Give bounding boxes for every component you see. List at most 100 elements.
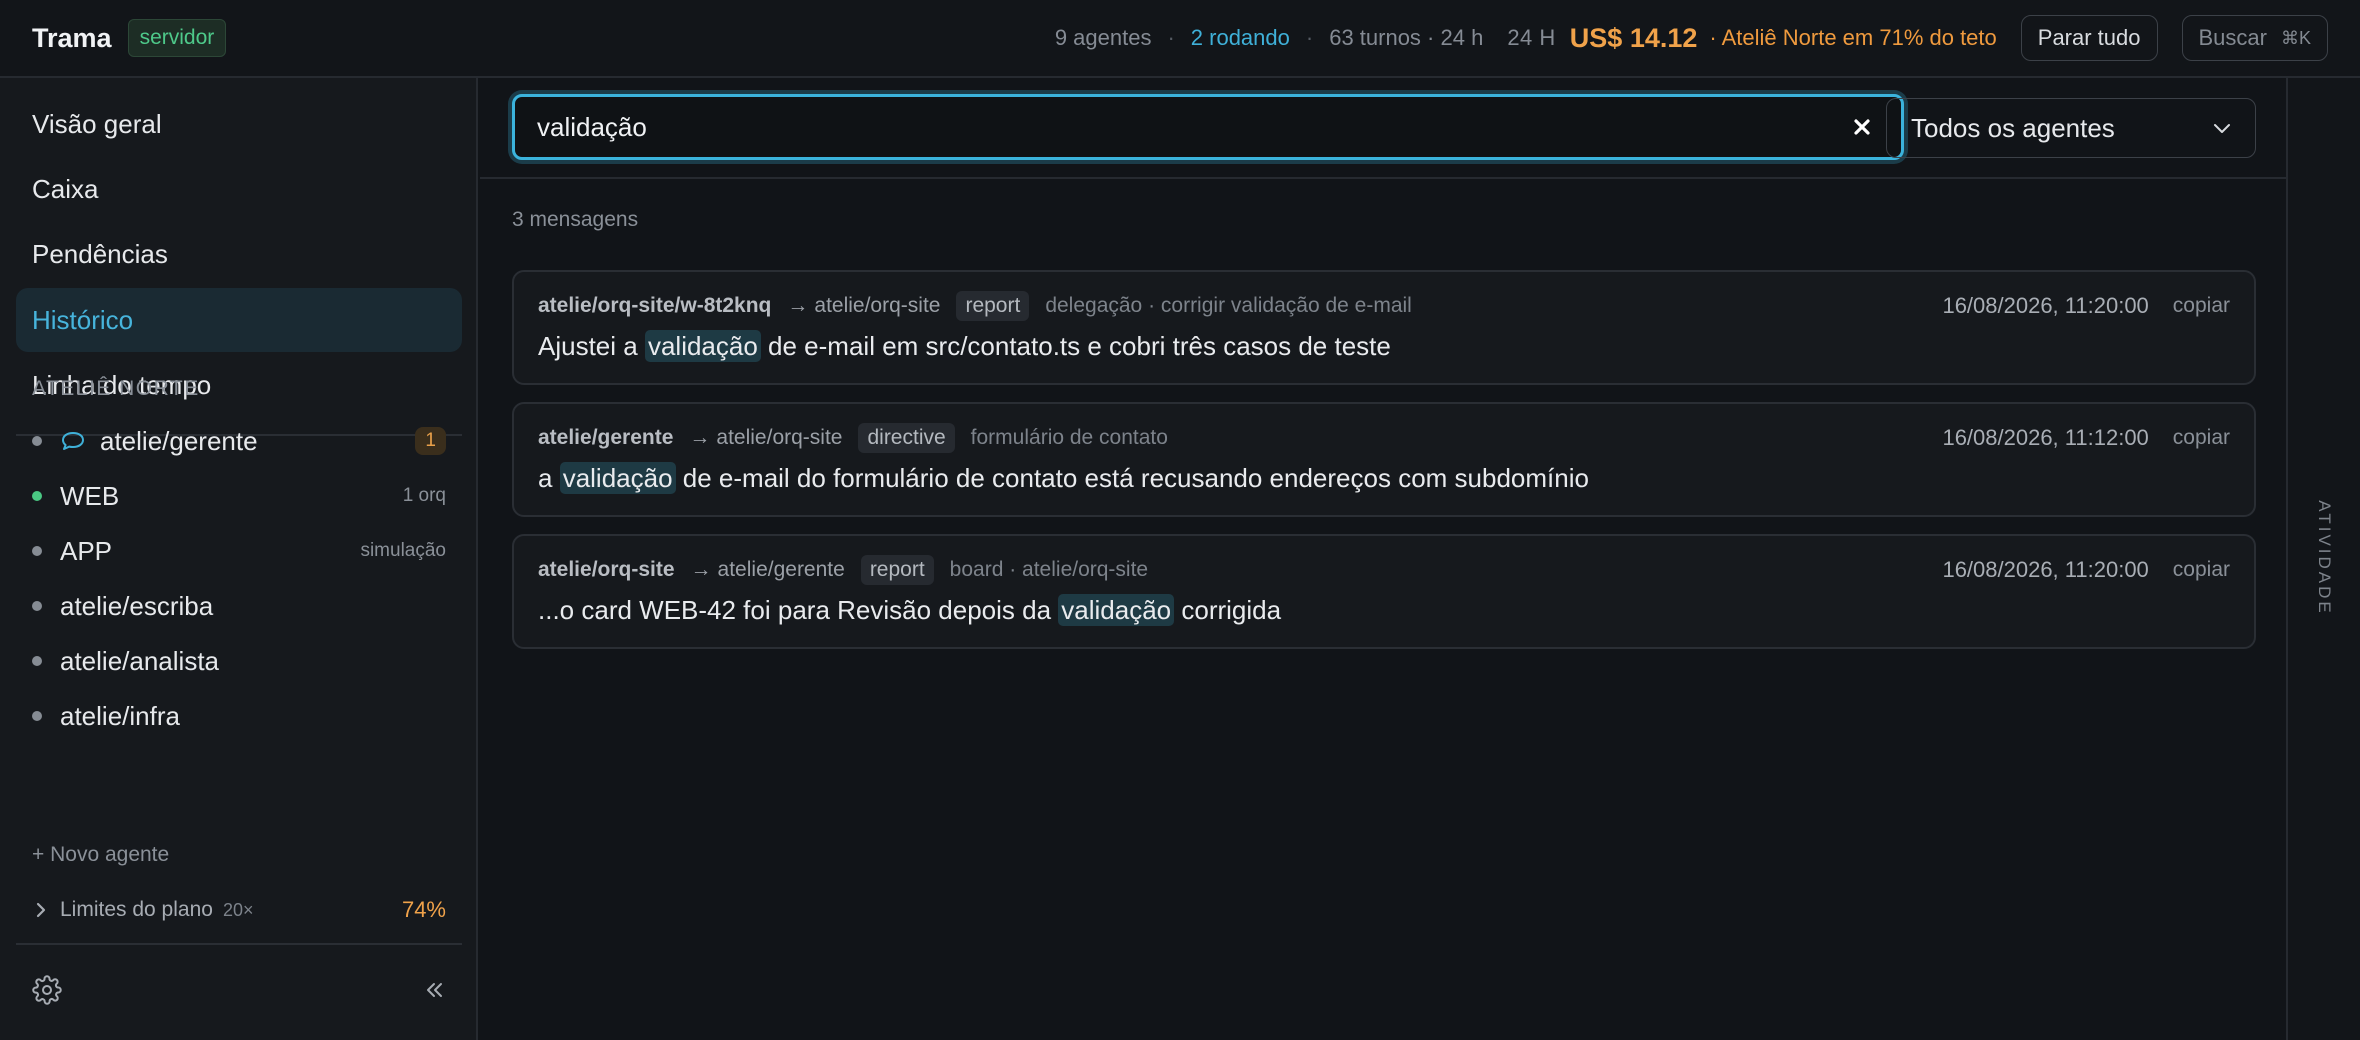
message-text: Ajustei a — [538, 331, 645, 361]
message-type-tag: directive — [858, 423, 955, 453]
message-text: a — [538, 463, 560, 493]
message-context: formulário de contato — [970, 426, 1168, 449]
message-body: Ajustei a validação de e-mail em src/con… — [538, 330, 2230, 362]
agent-name: APP — [60, 535, 113, 566]
agent-item[interactable]: atelie/infra — [32, 696, 446, 736]
agents-count: 9 agentes — [1054, 25, 1152, 50]
message-header: atelie/orq-site → atelie/gerente report … — [538, 555, 2230, 585]
status-dot — [32, 711, 42, 721]
plan-limits-toggle[interactable]: Limites do plano 20× 74% — [32, 893, 446, 927]
nav-item-overview[interactable]: Visão geral — [16, 92, 462, 156]
agent-meta: simulação — [360, 540, 446, 561]
copy-button[interactable]: copiar — [2173, 558, 2230, 582]
message-body: ...o card WEB-42 foi para Revisão depois… — [538, 594, 2230, 626]
activity-label: ATIVIDADE — [2315, 500, 2334, 616]
message-card: atelie/orq-site → atelie/gerente report … — [512, 534, 2256, 649]
env-badge: servidor — [127, 19, 227, 57]
copy-button[interactable]: copiar — [2173, 294, 2230, 318]
section-title: ATELIÊ NORTE — [32, 377, 200, 400]
gear-icon[interactable] — [32, 975, 62, 1010]
sidebar: Visão geral Caixa Pendências Histórico L… — [0, 78, 478, 1040]
message-type-tag: report — [860, 555, 934, 585]
arrow-right-icon: → — [690, 558, 712, 581]
search-match-highlight: validação — [559, 462, 676, 494]
stop-all-button[interactable]: Parar tudo — [2020, 15, 2158, 61]
cost-period: 24 H — [1507, 25, 1556, 50]
plan-limits-label: Limites do plano — [60, 898, 213, 921]
message-timestamp: 16/08/2026, 11:20:00 — [1942, 557, 2149, 582]
turns-count: 63 turnos · 24 h — [1329, 25, 1484, 50]
search-match-highlight: validação — [644, 330, 761, 362]
search-button[interactable]: Buscar ⌘K — [2181, 15, 2328, 61]
nav-item-pending[interactable]: Pendências — [16, 222, 462, 286]
message-timestamp: 16/08/2026, 11:20:00 — [1942, 293, 2149, 318]
activity-rail[interactable]: ATIVIDADE — [2286, 78, 2360, 1040]
history-panel: Todos os agentes 3 mensagens atelie/orq-… — [480, 78, 2286, 1040]
agent-item[interactable]: atelie/gerente 1 — [32, 421, 446, 461]
chat-bubble-icon — [60, 430, 86, 452]
agent-name: atelie/infra — [60, 700, 180, 731]
sidebar-divider — [16, 943, 462, 945]
search-field[interactable] — [512, 94, 1904, 160]
message-text: ...o card WEB-42 foi para Revisão depois… — [538, 595, 1059, 625]
plan-multiplier: 20× — [222, 899, 254, 920]
unread-badge: 1 — [415, 427, 446, 455]
agent-name: atelie/analista — [60, 645, 219, 676]
status-dot — [32, 546, 42, 556]
status-dot — [32, 436, 42, 446]
arrow-right-icon: → — [689, 426, 711, 449]
budget-warning: · Ateliê Norte em 71% do teto — [1709, 25, 1997, 50]
agent-filter-select[interactable]: Todos os agentes — [1886, 98, 2256, 158]
message-body: a validação de e-mail do formulário de c… — [538, 462, 2230, 494]
separator-dot: · — [1167, 25, 1175, 50]
header-status: 9 agentes · 2 rodando · 63 turnos · 24 h… — [1055, 15, 2328, 61]
agent-filter-value: Todos os agentes — [1911, 112, 2115, 143]
message-context: delegação · corrigir validação de e-mail — [1045, 294, 1412, 317]
message-text: corrigida — [1174, 595, 1282, 625]
message-type-tag: report — [956, 291, 1030, 321]
status-dot — [32, 656, 42, 666]
search-match-highlight: validação — [1058, 594, 1175, 626]
message-sender: atelie/gerente — [538, 426, 674, 449]
agent-item[interactable]: atelie/analista — [32, 641, 446, 681]
status-dot — [32, 601, 42, 611]
message-text: de e-mail em src/contato.ts e cobri três… — [760, 331, 1391, 361]
search-bar: Todos os agentes — [480, 78, 2286, 179]
agent-name: atelie/escriba — [60, 590, 214, 621]
clear-search-icon[interactable] — [1845, 110, 1879, 144]
message-sender: atelie/orq-site/w-8t2knq — [538, 294, 772, 317]
message-recipient: atelie/gerente — [717, 558, 845, 581]
nav-item-history[interactable]: Histórico — [16, 288, 462, 352]
nav-item-inbox[interactable]: Caixa — [16, 157, 462, 221]
status-dot — [32, 491, 42, 501]
message-card: atelie/orq-site/w-8t2knq → atelie/orq-si… — [512, 270, 2256, 385]
message-header: atelie/orq-site/w-8t2knq → atelie/orq-si… — [538, 291, 2230, 321]
cost-total: US$ 14.12 — [1569, 22, 1698, 53]
agent-item[interactable]: atelie/escriba — [32, 586, 446, 626]
copy-button[interactable]: copiar — [2173, 426, 2230, 450]
agent-meta: 1 orq — [402, 485, 446, 506]
agent-item[interactable]: APP simulação — [32, 531, 446, 571]
agent-name: WEB — [60, 480, 120, 511]
chevron-down-icon — [2213, 122, 2231, 134]
message-text: de e-mail do formulário de contato está … — [675, 463, 1589, 493]
separator-dot: · — [1305, 25, 1314, 50]
search-shortcut: ⌘K — [2280, 27, 2311, 48]
running-count[interactable]: 2 rodando — [1191, 25, 1290, 51]
message-card: atelie/gerente → atelie/orq-site directi… — [512, 402, 2256, 517]
message-header: atelie/gerente → atelie/orq-site directi… — [538, 423, 2230, 453]
message-timestamp: 16/08/2026, 11:12:00 — [1942, 425, 2149, 450]
result-count: 3 mensagens — [512, 208, 639, 231]
search-input[interactable] — [537, 111, 1845, 143]
agent-item[interactable]: WEB 1 orq — [32, 476, 446, 516]
top-bar: Trama servidor 9 agentes · 2 rodando · 6… — [0, 0, 2360, 78]
arrow-right-icon: → — [787, 294, 809, 317]
sidebar-footer — [32, 975, 446, 1010]
message-context: board · atelie/orq-site — [949, 558, 1149, 581]
collapse-sidebar-icon[interactable] — [422, 978, 446, 1007]
new-agent-button[interactable]: + Novo agente — [32, 843, 169, 867]
plan-usage-percent: 74% — [401, 897, 446, 922]
message-recipient: atelie/orq-site — [814, 294, 941, 317]
app-title: Trama — [32, 22, 112, 53]
message-recipient: atelie/orq-site — [716, 426, 843, 449]
